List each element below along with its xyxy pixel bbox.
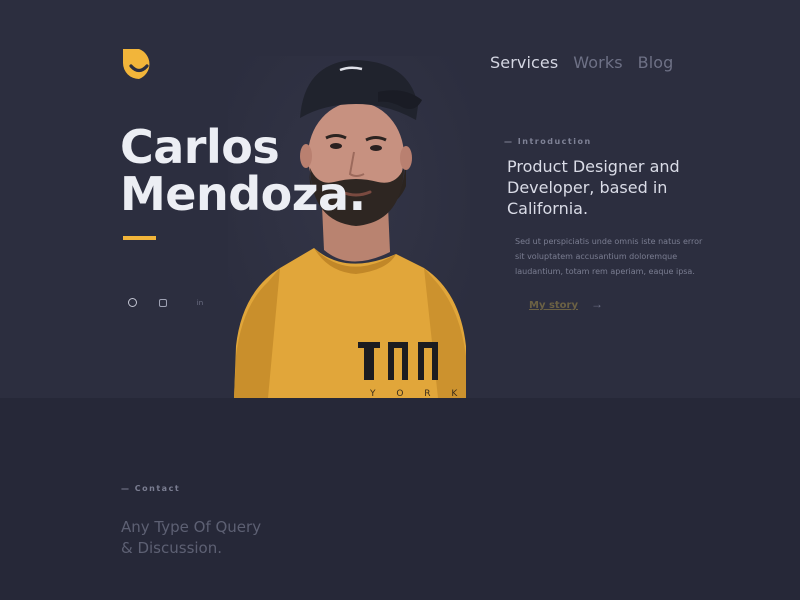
social-links: in [128, 298, 227, 308]
nav-blog[interactable]: Blog [638, 53, 674, 72]
linkedin-icon[interactable]: in [195, 298, 205, 308]
contact-title-line2: & Discussion. [121, 539, 223, 557]
hero-name-first: Carlos [120, 120, 280, 174]
hero-name: Carlos Mendoza. [120, 124, 366, 218]
intro-label: — Introduction [504, 137, 592, 146]
contact-label: — Contact [121, 484, 181, 493]
intro-text: Sed ut perspiciatis unde omnis iste natu… [515, 237, 703, 276]
dribbble-icon[interactable] [128, 298, 137, 307]
intro-title: Product Designer and Developer, based in… [507, 157, 680, 218]
contact-section [0, 398, 800, 600]
svg-text:Y O R K: Y O R K [369, 389, 466, 398]
accent-underline [123, 236, 156, 240]
profile-photo: Y O R K [228, 56, 470, 398]
logo-icon[interactable] [121, 47, 157, 81]
nav-services[interactable]: Services [490, 53, 558, 72]
my-story-link[interactable]: My story [529, 300, 578, 311]
hero-name-last: Mendoza. [120, 167, 366, 221]
contact-title-line1: Any Type Of Query [121, 518, 262, 536]
nav-works[interactable]: Works [573, 53, 622, 72]
arrow-right-icon[interactable]: → [591, 297, 603, 311]
contact-title: Any Type Of Query & Discussion. [121, 517, 341, 559]
instagram-icon[interactable] [159, 299, 167, 307]
main-nav: Services Works Blog [490, 53, 688, 72]
